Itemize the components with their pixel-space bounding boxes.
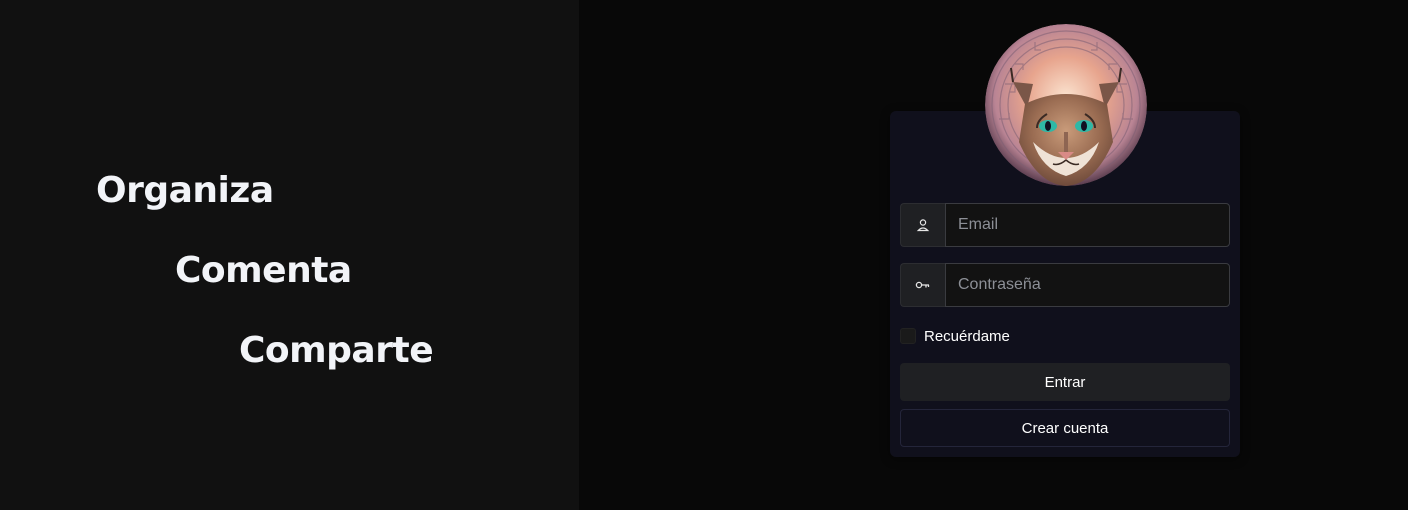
email-input[interactable] [945,203,1230,247]
slogan-organiza: Organiza [96,170,274,211]
password-input-group [900,263,1230,307]
email-input-group [900,203,1230,247]
login-button[interactable]: Entrar [900,363,1230,401]
user-icon [900,203,945,247]
lynx-avatar [985,24,1147,186]
remember-me-label[interactable]: Recuérdame [924,328,1010,345]
slogan-comparte: Comparte [239,330,434,371]
remember-me-row: Recuérdame [900,326,1010,346]
key-icon [900,263,945,307]
password-input[interactable] [945,263,1230,307]
slogan-comenta: Comenta [175,250,352,291]
create-account-button[interactable]: Crear cuenta [900,409,1230,447]
left-hero-panel: Organiza Comenta Comparte [0,0,579,510]
remember-me-checkbox[interactable] [900,328,916,344]
